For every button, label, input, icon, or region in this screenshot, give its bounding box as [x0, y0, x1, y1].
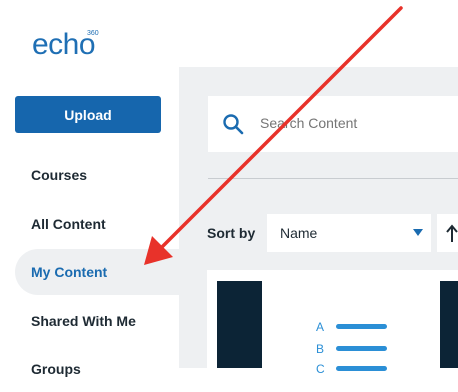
annotation-arrow: [144, 6, 403, 265]
